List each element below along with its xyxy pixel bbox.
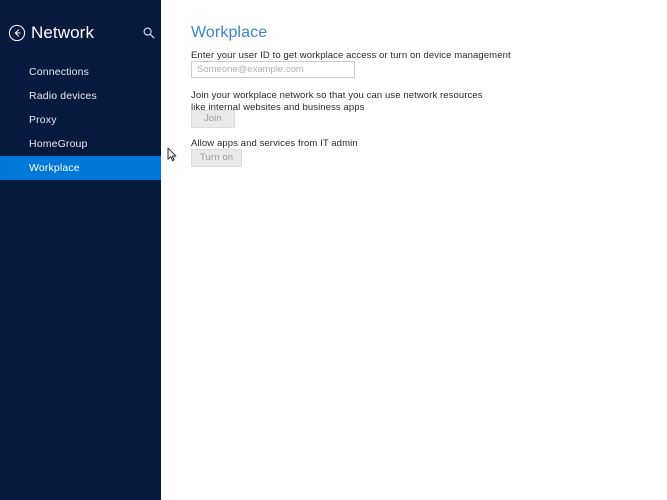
sidebar-item-radio-devices[interactable]: Radio devices [0, 84, 161, 108]
sidebar-nav-list: Connections Radio devices Proxy HomeGrou… [0, 60, 161, 180]
sidebar-item-label: Radio devices [29, 90, 97, 102]
sidebar-item-homegroup[interactable]: HomeGroup [0, 132, 161, 156]
sidebar-item-label: HomeGroup [29, 138, 88, 150]
sidebar-item-label: Connections [29, 66, 90, 78]
sidebar-header: Network [0, 20, 161, 50]
allow-apps-label: Allow apps and services from IT admin [191, 138, 358, 149]
sidebar-item-proxy[interactable]: Proxy [0, 108, 161, 132]
user-id-label: Enter your user ID to get workplace acce… [191, 50, 511, 61]
turn-on-button[interactable]: Turn on [191, 149, 243, 167]
page-title: Workplace [191, 24, 268, 41]
sidebar-item-label: Workplace [29, 162, 80, 174]
settings-content-pane: Workplace Enter your user ID to get work… [161, 0, 667, 500]
settings-sidebar: Network Connections Radio devices Proxy … [0, 0, 161, 500]
join-button[interactable]: Join [191, 110, 235, 128]
sidebar-item-workplace[interactable]: Workplace [0, 156, 161, 180]
back-arrow-circle-icon[interactable] [8, 24, 26, 42]
user-id-input[interactable] [191, 61, 355, 78]
page-header-title: Network [31, 23, 95, 42]
sidebar-item-label: Proxy [29, 114, 57, 126]
search-icon[interactable] [142, 26, 156, 40]
sidebar-item-connections[interactable]: Connections [0, 60, 161, 84]
